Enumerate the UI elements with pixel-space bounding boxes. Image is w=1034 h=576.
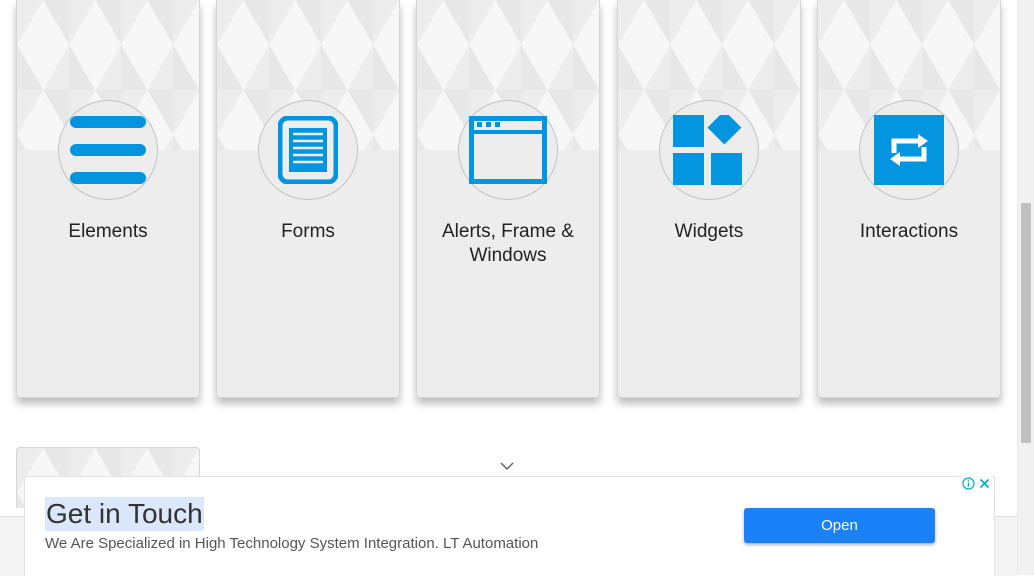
ad-title[interactable]: Get in Touch (45, 497, 204, 531)
ad-text[interactable]: We Are Specialized in High Technology Sy… (45, 535, 538, 552)
document-icon (278, 116, 338, 184)
card-icon-circle (659, 100, 759, 200)
card-title: Interactions (859, 221, 959, 242)
scrollbar-thumb[interactable] (1021, 203, 1031, 443)
card-title: Alerts, Frame & Windows (442, 221, 574, 266)
ad-open-button[interactable]: Open (744, 508, 935, 543)
card-title: Widgets (674, 221, 744, 242)
card-alerts-frame-windows[interactable]: Alerts, Frame & Windows (416, 0, 600, 398)
info-icon[interactable] (961, 476, 976, 491)
card-interactions[interactable]: Interactions (817, 0, 1001, 398)
browser-window-icon (469, 116, 547, 184)
ad-controls (961, 476, 992, 491)
hamburger-menu-icon (70, 116, 146, 184)
ad-banner[interactable]: Get in Touch We Are Specialized in High … (24, 476, 995, 576)
card-widgets[interactable]: Widgets (617, 0, 801, 398)
vertical-scrollbar[interactable] (1017, 0, 1034, 575)
card-title: Elements (68, 221, 148, 242)
swap-arrows-icon (874, 115, 944, 185)
card-elements[interactable]: Elements (16, 0, 200, 398)
close-icon[interactable] (977, 476, 992, 491)
chevron-down-icon[interactable] (500, 461, 514, 471)
card-icon-circle (458, 100, 558, 200)
card-icon-circle (258, 100, 358, 200)
card-title: Forms (281, 221, 335, 242)
card-icon-circle (859, 100, 959, 200)
card-icon-circle (58, 100, 158, 200)
widgets-icon (673, 115, 742, 185)
card-forms[interactable]: Forms (216, 0, 400, 398)
